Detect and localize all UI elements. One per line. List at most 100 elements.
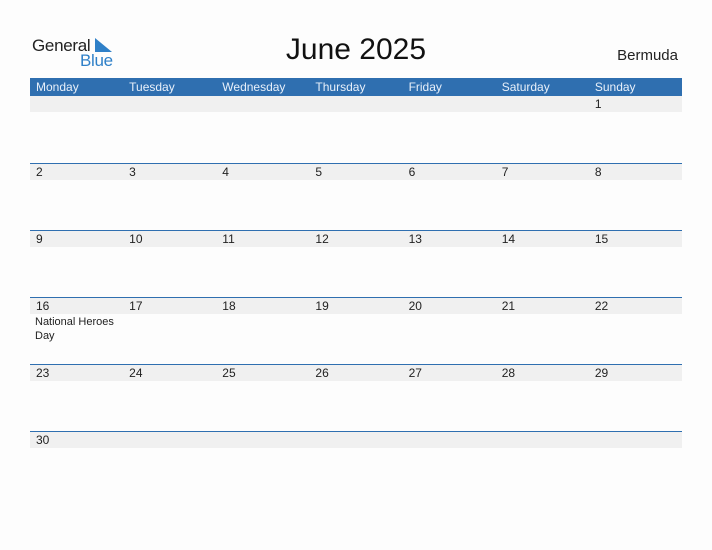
holiday-label: [309, 314, 394, 343]
weekday-monday: Monday: [36, 80, 79, 94]
day-number: [216, 432, 309, 448]
holiday-label: [30, 112, 115, 113]
day-number: 18: [222, 299, 236, 313]
holiday-label: [403, 112, 488, 113]
day-number-row: 1: [30, 96, 682, 112]
day-number: 4: [222, 165, 229, 179]
calendar-title: June 2025: [285, 33, 427, 66]
holiday-label: [123, 247, 208, 248]
day-number: 28: [501, 366, 516, 380]
day-number: [123, 96, 216, 112]
holiday-label: [309, 180, 394, 181]
event-row: [30, 381, 682, 382]
day-number: 6: [408, 165, 416, 179]
holiday-label: [403, 314, 488, 343]
weekday-tuesday: Tuesday: [129, 80, 175, 94]
holiday-label: [496, 180, 581, 181]
event-row: [30, 448, 682, 449]
day-number: 14: [501, 232, 516, 246]
day-number: [403, 96, 496, 112]
weekday-saturday: Saturday: [501, 80, 550, 94]
day-number-row: 23 24 25 26 27 28 29: [30, 365, 682, 381]
day-number: [589, 432, 682, 448]
holiday-label: [216, 381, 301, 382]
weekday-thursday: Thursday: [315, 80, 366, 94]
event-row: [30, 180, 682, 181]
day-number: 24: [129, 366, 143, 380]
holiday-label: [123, 180, 208, 181]
day-number: [30, 96, 123, 112]
week-row: 23 24 25 26 27 28 29: [30, 364, 682, 431]
holiday-label: [403, 180, 488, 181]
event-row: [30, 112, 682, 113]
day-number: [123, 432, 216, 448]
weekday-wednesday: Wednesday: [222, 80, 286, 94]
day-number: 10: [129, 232, 143, 246]
holiday-label: [216, 112, 301, 113]
calendar-grid: Monday Tuesday Wednesday Thursday Friday…: [30, 78, 682, 448]
week-row: 9 10 11 12 13 14 15: [30, 230, 682, 297]
holiday-label: [589, 381, 674, 382]
holiday-label: [309, 381, 394, 382]
day-number: 3: [129, 165, 136, 179]
holiday-label: [589, 448, 674, 449]
holiday-label: [309, 112, 394, 113]
holiday-label: [496, 247, 581, 248]
holiday-label: [403, 247, 488, 248]
day-number: 11: [222, 232, 235, 246]
day-number-row: 30: [30, 432, 682, 448]
holiday-label: [216, 314, 301, 343]
day-number: 20: [408, 299, 422, 313]
day-number: 27: [408, 366, 422, 380]
holiday-label: [123, 381, 208, 382]
holiday-label: [123, 112, 208, 113]
day-number: [309, 432, 402, 448]
holiday-label: [403, 381, 488, 382]
holiday-label: [589, 247, 674, 248]
weekday-header: Monday Tuesday Wednesday Thursday Friday…: [30, 78, 682, 96]
week-row: 1: [30, 96, 682, 163]
day-number: [496, 432, 589, 448]
holiday-label: [309, 448, 394, 449]
holiday-label: [589, 314, 674, 343]
holiday-label: [30, 448, 115, 449]
weekday-sunday: Sunday: [594, 80, 636, 94]
day-number: 19: [315, 299, 329, 313]
holiday-label: [30, 381, 115, 382]
week-row: 30: [30, 431, 682, 448]
holiday-label: [496, 112, 581, 113]
day-number: 23: [36, 366, 50, 380]
event-row: National Heroes Day: [30, 314, 682, 343]
week-row: 2 3 4 5 6 7 8: [30, 163, 682, 230]
day-number: 8: [594, 165, 602, 179]
weekday-friday: Friday: [408, 80, 442, 94]
holiday-label: [496, 381, 581, 382]
holiday-label: [403, 448, 488, 449]
country-label: Bermuda: [617, 47, 678, 64]
day-number: [309, 96, 402, 112]
day-number-row: 16 17 18 19 20 21 22: [30, 298, 682, 314]
day-number: 15: [594, 232, 609, 246]
holiday-label: National Heroes Day: [35, 316, 114, 342]
day-number: 29: [594, 366, 609, 380]
day-number: 21: [501, 299, 516, 313]
day-number: [496, 96, 589, 112]
day-number: 5: [315, 165, 323, 179]
holiday-label: [496, 314, 581, 343]
holiday-label: [589, 112, 674, 113]
day-number: 1: [594, 97, 602, 111]
day-number-row: 9 10 11 12 13 14 15: [30, 231, 682, 247]
day-number: 2: [36, 165, 43, 179]
day-number: 22: [594, 299, 609, 313]
day-number: 17: [129, 299, 143, 313]
holiday-label: [30, 247, 115, 248]
event-row: [30, 247, 682, 248]
day-number: 7: [501, 165, 509, 179]
day-number: 25: [222, 366, 236, 380]
holiday-label: [309, 247, 394, 248]
holiday-label: [216, 247, 301, 248]
day-number: 16: [36, 299, 50, 313]
day-number: 9: [36, 232, 43, 246]
day-number: 26: [315, 366, 329, 380]
week-row: 16 17 18 19 20 21 22 National Heroes Day: [30, 297, 682, 364]
